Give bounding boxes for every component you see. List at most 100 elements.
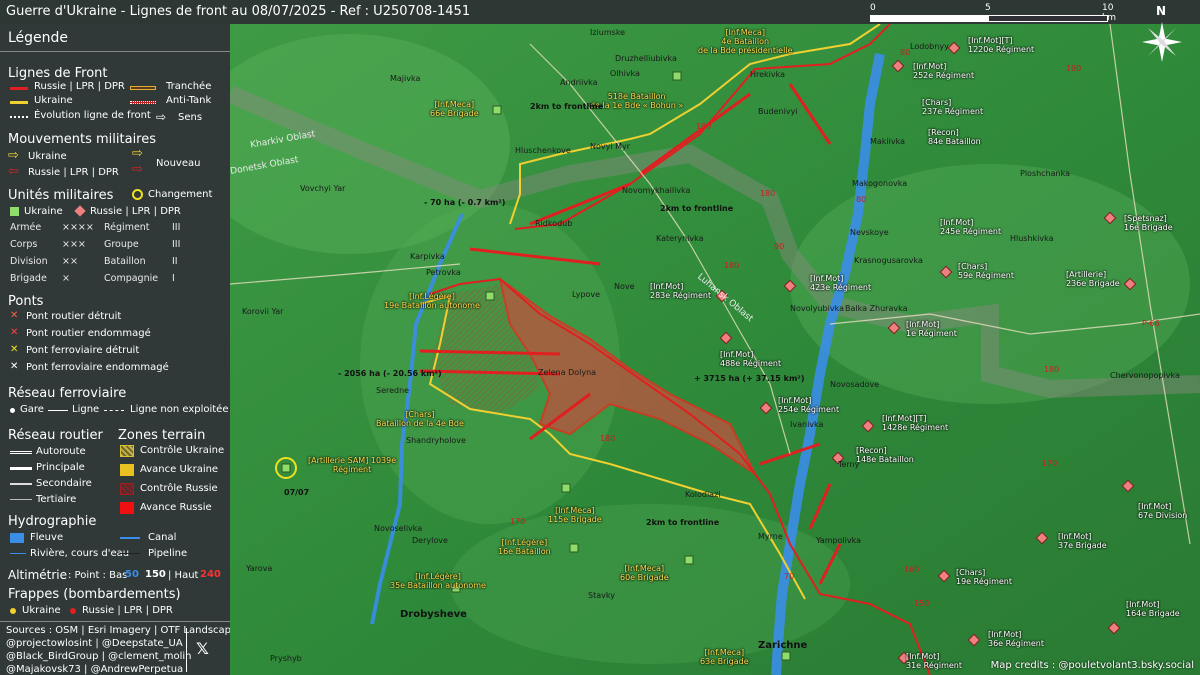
rail-bridge-destroyed-icon: ✕: [10, 344, 19, 355]
legend-divider: [0, 51, 230, 52]
russia-unit-icon: [74, 205, 86, 217]
x-logo-icon[interactable]: 𝕏: [196, 639, 209, 658]
road-tertiary-label: Tertiaire: [36, 494, 77, 505]
echelon-battalion: Bataillon: [104, 256, 146, 267]
move-new-label: Nouveau: [156, 158, 201, 169]
echelon-army-symbol: ××××: [62, 222, 94, 233]
town-label: Vovchyi Yar: [300, 184, 346, 193]
river-swatch: [10, 533, 24, 543]
scale-bar: 0 5 10 km: [870, 3, 1116, 23]
unit-russia-label: Russie | LPR | DPR: [90, 206, 181, 217]
road-number: 190: [1066, 64, 1082, 73]
stream-swatch: [10, 553, 26, 554]
ukraine-unit-label: [Inf.Légère] 16e Bataillon: [498, 538, 551, 556]
russia-unit-label: [Chars] 19e Régiment: [956, 568, 1012, 586]
russia-unit-label: [Spetsnaz] 16e Brigade: [1124, 214, 1173, 232]
trench-swatch: [130, 86, 156, 90]
russia-unit-label: [Chars] 237e Régiment: [922, 98, 984, 116]
hydro-heading: Hydrographie: [8, 514, 97, 529]
bridge-item-3: Pont ferroviaire détruit: [26, 345, 140, 356]
town-label: Hrekivka: [750, 70, 786, 79]
hydro-canal-label: Canal: [148, 532, 177, 543]
town-label: Majivka: [390, 74, 421, 83]
road-number: 160: [904, 565, 920, 574]
echelon-division: Division: [10, 256, 48, 267]
strike-ukraine-label: Ukraine: [22, 605, 61, 616]
echelon-brigade-symbol: ×: [62, 273, 70, 284]
ukraine-unit-label: [Inf.Meca] 60e Brigade: [620, 564, 669, 582]
town-label: Novyi Myr: [590, 142, 631, 151]
road-number: P-66: [1142, 319, 1160, 328]
ukraine-unit-label: [Inf.Légère] 35e Bataillon autonome: [390, 572, 486, 590]
ukraine-unit-label: [Inf.Meca] 66e Brigade: [430, 100, 479, 118]
secondary-road-swatch: [10, 483, 32, 485]
legend-title: Légende: [8, 30, 69, 46]
change-circle-icon: [132, 189, 143, 200]
russia-unit-label: [Recon] 84e Bataillon: [928, 128, 981, 146]
ukraine-unit-label: [Artillerie SAM] 1039e Régiment: [308, 456, 397, 474]
station-icon: [10, 408, 15, 413]
antitank-swatch: [130, 101, 156, 104]
bridge-item-4: Pont ferroviaire endommagé: [26, 362, 169, 373]
title-bar: Guerre d'Ukraine - Lignes de front au 08…: [0, 0, 1200, 24]
echelon-regiment: Régiment: [104, 222, 150, 233]
road-number: 80: [900, 48, 911, 57]
russia-unit-label: [Inf.Mot][T] 1220e Régiment: [968, 36, 1035, 54]
town-label: Chervonopopivka: [1110, 371, 1180, 380]
move-russia-label: Russie | LPR | DPR: [28, 167, 119, 178]
canal-swatch: [120, 537, 140, 539]
town-label: Nove: [614, 282, 635, 291]
echelon-group-symbol: III: [172, 239, 181, 250]
map-credit: Map credits : @pouletvolant3.bsky.social: [990, 660, 1194, 671]
source-line-2: @projectowlosint | @Deepstate_UA: [6, 638, 183, 649]
bridge-item-1: Pont routier détruit: [26, 311, 122, 322]
echelon-brigade: Brigade: [10, 273, 47, 284]
town-label: Iziumske: [590, 28, 626, 37]
russia-unit-label: [Inf.Mot] 254e Régiment: [778, 396, 840, 414]
terrain-ru-advance: Avance Russie: [140, 502, 212, 513]
echelon-company: Compagnie: [104, 273, 159, 284]
altimetry-high: 240: [200, 569, 221, 580]
ukraine-control-swatch: [120, 445, 134, 457]
russia-unit-label: [Chars] 59e Régiment: [958, 262, 1014, 280]
city-label: Zarichne: [758, 640, 808, 651]
annotation: 2km to frontline: [660, 204, 734, 213]
altimetry-point-label: : Point : Bas: [68, 570, 128, 581]
ukraine-unit-label: 518e Bataillon de la 1e Bde « Bohun »: [590, 92, 684, 110]
north-arrow-icon: N: [1140, 4, 1186, 70]
road-number: 80: [856, 195, 867, 204]
map-area[interactable]: Kharkiv Oblast Donetsk Oblast Luhansk Obla…: [230, 24, 1200, 675]
town-label: Nevskoye: [850, 228, 889, 237]
road-number: 190: [696, 122, 712, 131]
unit-ukraine-label: Ukraine: [24, 206, 63, 217]
ukraine-move-arrow-icon: ⇨: [8, 148, 19, 163]
road-number: 180: [724, 261, 740, 270]
town-label: Karpivka: [410, 252, 445, 261]
tertiary-road-swatch: [10, 499, 32, 500]
road-number: 170: [510, 517, 526, 526]
hydro-stream-label: Rivière, cours d'eau: [30, 548, 130, 559]
road-bridge-damaged-icon: ✕: [10, 327, 19, 338]
echelon-army: Armée: [10, 222, 42, 233]
road-number: 150: [914, 599, 930, 608]
direction-label: Sens: [178, 112, 203, 123]
echelon-regiment-symbol: III: [172, 222, 181, 233]
ukraine-line-swatch: [10, 101, 28, 104]
ukraine-unit-label: [Chars] Bataillon de la 4e Bde: [376, 410, 464, 428]
source-line-1: Sources : OSM | Esri Imagery | OTF Lands…: [6, 625, 230, 636]
town-label: Ivanivka: [790, 420, 824, 429]
town-label: Makiivka: [870, 137, 906, 146]
town-label: Shandryholove: [406, 436, 466, 445]
town-label: Hlushkivka: [1010, 234, 1054, 243]
direction-arrow-icon: ⇨: [156, 110, 167, 124]
town-label: Korovii Yar: [242, 307, 284, 316]
echelon-battalion-symbol: II: [172, 256, 178, 267]
bridge-item-2: Pont routier endommagé: [26, 328, 151, 339]
ukraine-unit-label: [Inf.Meca] 4e Bataillon de la Bde présiden…: [698, 28, 793, 55]
road-main-label: Principale: [36, 462, 85, 473]
annotation: + 3715 ha (+ 37.15 km²): [694, 374, 805, 383]
units-heading: Unités militaires: [8, 188, 114, 203]
sources-divider: [0, 621, 230, 622]
russia-unit-label: [Inf.Mot] 252e Régiment: [913, 62, 975, 80]
town-label: Novoselivka: [374, 524, 423, 533]
